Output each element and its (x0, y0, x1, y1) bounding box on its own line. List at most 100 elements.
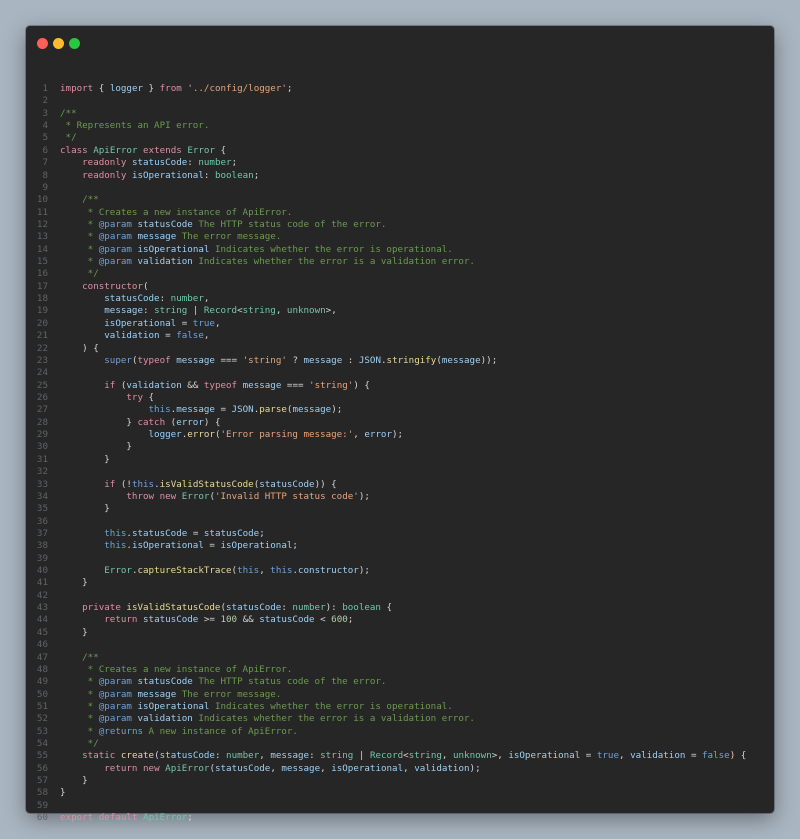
code-token: this (104, 527, 127, 539)
code-token: { (380, 602, 393, 614)
code-line: 7 readonly statusCode: number; (26, 157, 774, 169)
line-number: 1 (42, 83, 48, 94)
code-token: : (342, 354, 359, 366)
line-source: * Represents an API error. (48, 120, 774, 132)
code-line: 49 * @param statusCode The HTTP status c… (26, 676, 774, 688)
code-token: */ (82, 268, 99, 280)
code-line: 36 (26, 516, 774, 528)
code-token: : (187, 157, 199, 169)
code-token: class (60, 144, 88, 156)
code-token: @param (98, 700, 132, 712)
code-token: The error message. (176, 688, 282, 700)
code-token: number (198, 157, 232, 169)
code-line: 16 */ (26, 268, 774, 280)
code-token: validation (104, 330, 160, 342)
code-token: @returns (98, 725, 144, 737)
line-source: } catch (error) { (48, 417, 774, 429)
line-source: * @param statusCode The HTTP status code… (48, 676, 774, 688)
line-source: validation = false, (48, 330, 774, 342)
line-number: 11 (36, 206, 48, 218)
code-token: validation (137, 256, 193, 268)
line-source: logger.error('Error parsing message:', e… (48, 429, 774, 441)
code-token: } (60, 577, 88, 589)
line-source: * @param validation Indicates whether th… (48, 256, 774, 268)
code-line: 58} (26, 787, 774, 799)
line-number: 56 (36, 762, 48, 774)
code-line: 29 logger.error('Error parsing message:'… (26, 429, 774, 441)
line-source: try { (48, 392, 774, 404)
code-token: , (320, 762, 332, 774)
line-number: 5 (42, 132, 48, 144)
code-token: Indicates whether the error is operation… (209, 700, 453, 712)
line-source: static create(statusCode: number, messag… (48, 750, 774, 762)
line-number: 39 (36, 552, 48, 564)
code-token: : (281, 602, 293, 614)
code-editor: 1 import { logger } from '../config/logge… (26, 83, 774, 825)
code-token: unknown (452, 750, 492, 762)
line-source: } (48, 787, 774, 799)
code-token: = (176, 317, 193, 329)
code-token: validation (630, 750, 686, 762)
code-line: 45 } (26, 627, 774, 639)
line-number: 2 (42, 95, 48, 107)
code-line: 33 if (!this.isValidStatusCode(statusCod… (26, 479, 774, 491)
code-token: logger (148, 429, 182, 441)
code-line: 31 } (26, 454, 774, 466)
code-token: message (176, 404, 215, 416)
code-line: 12 * @param statusCode The HTTP status c… (26, 219, 774, 231)
code-line: 38 this.isOperational = isOperational; (26, 540, 774, 552)
code-line: 44 return statusCode >= 100 && statusCod… (26, 614, 774, 626)
code-line: 37 this.statusCode = statusCode; (26, 528, 774, 540)
code-token: error (187, 429, 215, 441)
code-token: number (226, 750, 260, 762)
line-source: } (48, 577, 774, 589)
code-token: { (143, 391, 155, 403)
code-token: statusCode (143, 614, 199, 626)
code-token: false (176, 330, 204, 342)
code-token: * (82, 713, 99, 725)
code-token: message (292, 404, 332, 416)
line-source: } (48, 775, 774, 787)
line-source: export default ApiError; (48, 812, 774, 824)
code-line: 28 } catch (error) { (26, 417, 774, 429)
code-token: new (143, 762, 160, 774)
code-token: = (187, 527, 204, 539)
code-token: ); (392, 429, 404, 441)
code-token: * (82, 231, 99, 243)
close-dot-icon[interactable] (37, 38, 48, 49)
code-token: message (303, 354, 343, 366)
code-line: 40 Error.captureStackTrace(this, this.co… (26, 565, 774, 577)
code-token: message (137, 688, 177, 700)
code-token: : (159, 293, 171, 305)
code-line: 20 isOperational = true, (26, 318, 774, 330)
code-line: 50 * @param message The error message. (26, 689, 774, 701)
line-source: throw new Error('Invalid HTTP status cod… (48, 491, 774, 503)
code-line: 1 import { logger } from '../config/logge… (26, 83, 774, 95)
code-token: message (242, 379, 282, 391)
code-token: isOperational (104, 317, 177, 329)
code-token: * (82, 676, 99, 688)
code-token: , (353, 429, 365, 441)
line-source: Error.captureStackTrace(this, this.const… (48, 565, 774, 577)
code-token: this (270, 565, 293, 577)
line-source: * @param validation Indicates whether th… (48, 713, 774, 725)
code-token: readonly (82, 157, 127, 169)
line-source (48, 639, 774, 651)
minimize-dot-icon[interactable] (53, 38, 64, 49)
code-token: try (126, 391, 143, 403)
code-token: validation (414, 762, 470, 774)
maximize-dot-icon[interactable] (69, 38, 80, 49)
code-token: 100 (220, 614, 238, 626)
code-token: isValidStatusCode (159, 478, 254, 490)
code-token: readonly (82, 169, 127, 181)
line-source: return statusCode >= 100 && statusCode <… (48, 614, 774, 626)
code-token: , (619, 750, 631, 762)
